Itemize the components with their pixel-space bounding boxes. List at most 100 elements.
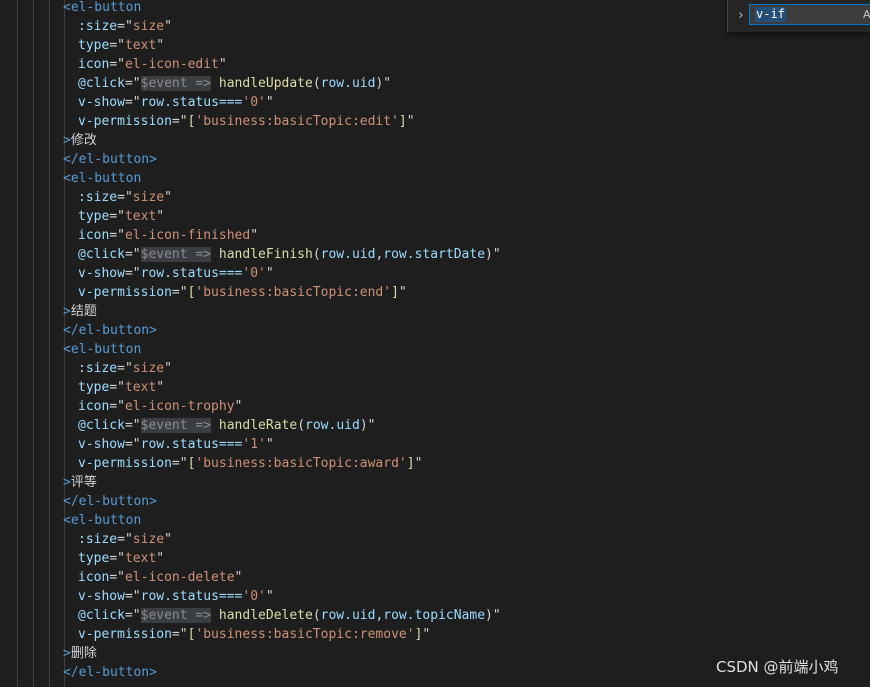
code-line[interactable]: icon="el-icon-trophy" xyxy=(78,397,242,416)
find-input[interactable]: v-if Aa xyxy=(749,4,870,25)
code-line[interactable]: icon="el-icon-finished" xyxy=(78,226,258,245)
attribute-value: text xyxy=(124,209,157,224)
code-line[interactable]: </el-button> xyxy=(63,663,157,682)
code-line[interactable]: :size="size" xyxy=(78,17,172,36)
chevron-right-icon[interactable]: › xyxy=(734,7,748,25)
code-line[interactable]: </el-button> xyxy=(63,492,157,511)
expression: row.status=== xyxy=(140,437,243,452)
code-line[interactable]: <el-button xyxy=(63,169,141,188)
tag-token: <el-button xyxy=(63,171,142,186)
code-line[interactable]: :size="size" xyxy=(78,188,172,207)
argument: row.topicName xyxy=(383,608,486,623)
code-line[interactable]: v-show="row.status==='0'" xyxy=(78,264,274,283)
inlay-hint: $event => xyxy=(140,608,212,623)
argument: row.uid xyxy=(305,418,360,433)
code-line[interactable]: @click="$event => handleFinish(row.uid,r… xyxy=(78,245,501,264)
attribute-value: el-icon-delete xyxy=(124,570,235,585)
tag-token: > xyxy=(63,133,71,148)
code-line[interactable]: v-permission="['business:basicTopic:remo… xyxy=(78,625,430,644)
tag-token: > xyxy=(63,475,71,490)
attribute-name: v-show xyxy=(78,95,125,110)
attribute-name: icon xyxy=(78,57,110,72)
match-case-toggle[interactable]: Aa xyxy=(863,7,870,22)
attribute-name: v-show xyxy=(78,437,125,452)
indent-guide xyxy=(49,0,50,687)
string-literal: '0' xyxy=(242,266,266,281)
argument: row.uid xyxy=(320,247,376,262)
inlay-hint: $event => xyxy=(140,247,212,262)
attribute-value: el-icon-finished xyxy=(124,228,251,243)
attribute-value: text xyxy=(124,380,157,395)
function-name: handleFinish xyxy=(218,247,313,262)
code-line[interactable]: >评等 xyxy=(63,473,97,492)
code-line[interactable]: v-show="row.status==='0'" xyxy=(78,587,274,606)
code-line[interactable]: </el-button> xyxy=(63,150,157,169)
code-line[interactable]: v-permission="['business:basicTopic:end'… xyxy=(78,283,407,302)
code-line[interactable]: v-show="row.status==='1'" xyxy=(78,435,274,454)
attribute-name: :size xyxy=(78,190,118,205)
code-line[interactable]: v-permission="['business:basicTopic:edit… xyxy=(78,112,415,131)
function-name: handleRate xyxy=(218,418,298,433)
code-line[interactable]: v-permission="['business:basicTopic:awar… xyxy=(78,454,422,473)
tag-token: <el-button xyxy=(63,342,142,357)
attribute-value: size xyxy=(132,190,165,205)
code-line[interactable]: icon="el-icon-edit" xyxy=(78,55,227,74)
code-line[interactable]: <el-button xyxy=(63,511,141,530)
code-line[interactable]: <el-button xyxy=(63,0,141,17)
tag-token: </el-button> xyxy=(63,494,157,509)
attribute-name: v-permission xyxy=(78,114,172,129)
attribute-name: v-show xyxy=(78,266,125,281)
inlay-hint: $event => xyxy=(140,76,212,91)
code-line[interactable]: :size="size" xyxy=(78,359,172,378)
attribute-name: :size xyxy=(78,19,118,34)
attribute-name: type xyxy=(78,38,110,53)
code-line[interactable]: v-show="row.status==='0'" xyxy=(78,93,274,112)
attribute-name: icon xyxy=(78,228,110,243)
code-line[interactable]: </el-button> xyxy=(63,321,157,340)
string-literal: '1' xyxy=(242,437,266,452)
argument: row.uid xyxy=(320,76,376,91)
tag-token: </el-button> xyxy=(63,152,157,167)
string-literal: '0' xyxy=(242,95,266,110)
code-line[interactable]: @click="$event => handleRate(row.uid)" xyxy=(78,416,375,435)
attribute-value: size xyxy=(132,19,165,34)
attribute-name: @click xyxy=(78,76,125,91)
attribute-value: el-icon-edit xyxy=(124,57,219,72)
code-line[interactable]: @click="$event => handleUpdate(row.uid)" xyxy=(78,74,391,93)
button-text: 结题 xyxy=(70,304,97,319)
code-line[interactable]: type="text" xyxy=(78,36,164,55)
attribute-name: type xyxy=(78,551,110,566)
code-line[interactable]: @click="$event => handleDelete(row.uid,r… xyxy=(78,606,501,625)
tag-token: > xyxy=(63,304,71,319)
code-line[interactable]: :size="size" xyxy=(78,530,172,549)
code-line[interactable]: >修改 xyxy=(63,131,97,150)
expression: row.status=== xyxy=(140,266,243,281)
attribute-value: text xyxy=(124,38,157,53)
code-line[interactable]: type="text" xyxy=(78,378,164,397)
attribute-value: size xyxy=(132,361,165,376)
inlay-hint: $event => xyxy=(140,418,212,433)
code-line[interactable]: icon="el-icon-delete" xyxy=(78,568,242,587)
attribute-value: size xyxy=(132,532,165,547)
tag-token: </el-button> xyxy=(63,323,157,338)
find-widget: › v-if Aa xyxy=(727,0,870,32)
tag-token: </el-button> xyxy=(63,665,157,680)
button-text: 修改 xyxy=(70,133,97,148)
find-query: v-if xyxy=(755,7,786,22)
attribute-name: :size xyxy=(78,532,118,547)
code-line[interactable]: type="text" xyxy=(78,207,164,226)
attribute-name: v-permission xyxy=(78,285,172,300)
code-line[interactable]: <el-button xyxy=(63,340,141,359)
attribute-value: el-icon-trophy xyxy=(124,399,235,414)
attribute-value: text xyxy=(124,551,157,566)
code-line[interactable]: type="text" xyxy=(78,549,164,568)
attribute-name: @click xyxy=(78,418,125,433)
attribute-name: type xyxy=(78,209,110,224)
string-literal: '0' xyxy=(242,589,266,604)
indent-guide xyxy=(17,0,18,687)
indent-guide xyxy=(33,0,34,687)
code-line[interactable]: >结题 xyxy=(63,302,97,321)
string-literal: 'business:basicTopic:end' xyxy=(195,285,392,300)
code-line[interactable]: >删除 xyxy=(63,644,97,663)
tag-token: <el-button xyxy=(63,0,142,15)
